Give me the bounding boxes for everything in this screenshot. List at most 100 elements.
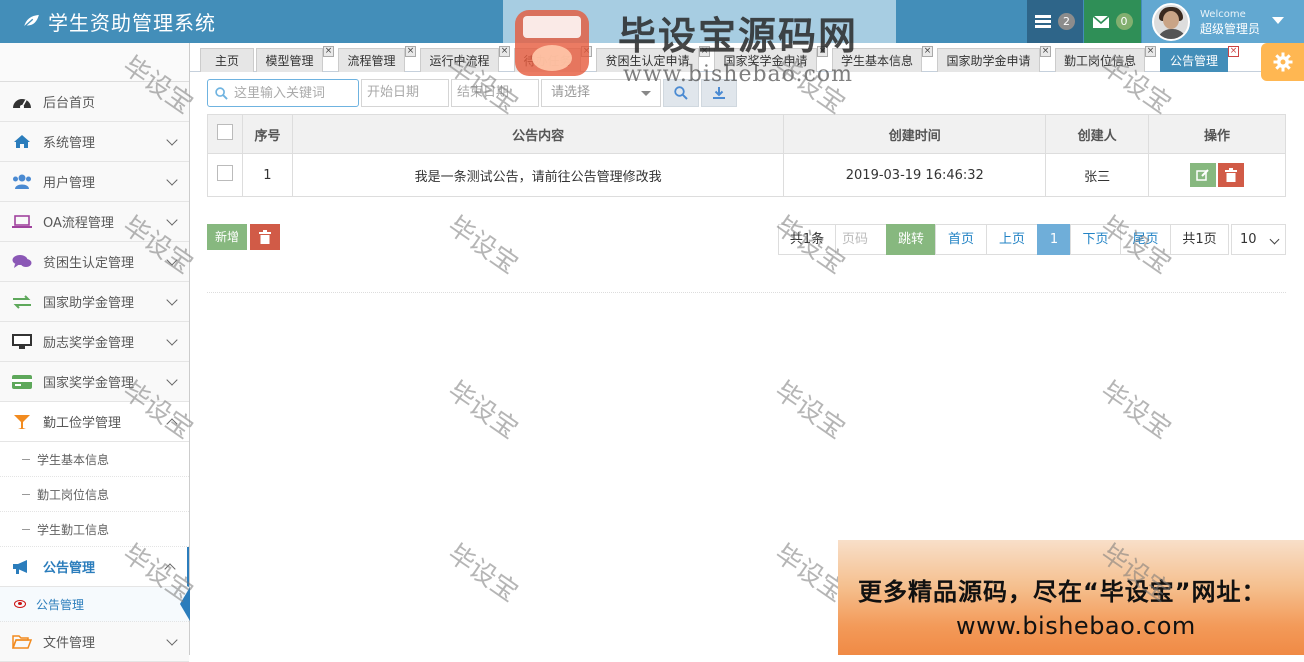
sidebar-item-poverty[interactable]: 贫困生认定管理: [0, 242, 189, 282]
close-icon[interactable]: ×: [405, 46, 416, 57]
sidebar-item-inspirational[interactable]: 励志奖学金管理: [0, 322, 189, 362]
leaf-icon: [23, 14, 39, 28]
watermark-text: 毕设宝: [442, 538, 524, 609]
promo-line2: www.bishebao.com: [956, 612, 1196, 640]
sidebar-subitem-work-position[interactable]: 勤工岗位信息: [0, 477, 189, 512]
edit-button[interactable]: [1190, 163, 1217, 187]
sidebar-item-dashboard[interactable]: 后台首页: [0, 82, 189, 122]
row-checkbox[interactable]: [216, 165, 233, 181]
comments-icon: [11, 254, 33, 270]
col-created[interactable]: 创建时间: [783, 114, 1047, 154]
keyword-input[interactable]: [234, 85, 354, 101]
next-page-button[interactable]: 下页: [1070, 224, 1121, 255]
close-icon[interactable]: ×: [581, 46, 592, 57]
top-navbar: 学生资助管理系统 2 0 Welcome 超级管理员: [0, 0, 1304, 43]
sidebar-item-files[interactable]: 文件管理: [0, 622, 189, 662]
sidebar-item-notice[interactable]: 公告管理: [0, 547, 189, 587]
watermark-text: 毕设宝: [442, 375, 524, 446]
divider: [207, 292, 1286, 293]
page-number-input[interactable]: [837, 225, 885, 254]
search-icon: [674, 86, 688, 100]
tab-student-info[interactable]: 学生基本信息 ×: [832, 46, 933, 72]
tab-scholarship-apply[interactable]: 国家奖学金申请 ×: [714, 46, 828, 72]
tab-process[interactable]: 流程管理 ×: [338, 46, 416, 72]
tab-grant-apply[interactable]: 国家助学金申请 ×: [937, 46, 1051, 72]
close-icon[interactable]: ×: [817, 46, 828, 57]
sidebar-subitem-notice[interactable]: 公告管理: [0, 587, 190, 622]
tasks-badge: 2: [1058, 13, 1075, 30]
chevron-down-icon: [166, 134, 178, 146]
current-page[interactable]: 1: [1037, 224, 1071, 255]
sidebar-item-system[interactable]: 系统管理: [0, 122, 189, 162]
tab-poverty-apply[interactable]: 贫困生认定申请 ×: [596, 46, 710, 72]
first-page-button[interactable]: 首页: [935, 224, 987, 255]
close-icon[interactable]: ×: [1145, 46, 1156, 57]
batch-delete-button[interactable]: [250, 224, 280, 250]
col-creator[interactable]: 创建人: [1045, 114, 1150, 154]
last-page-button[interactable]: 尾页: [1120, 224, 1171, 255]
end-date-input[interactable]: 结束日期: [451, 79, 539, 107]
start-date-input[interactable]: 开始日期: [361, 79, 449, 107]
sidebar-item-users[interactable]: 用户管理: [0, 162, 189, 202]
home-icon: [11, 134, 33, 150]
close-icon[interactable]: ×: [922, 46, 933, 57]
brand[interactable]: 学生资助管理系统: [22, 7, 216, 35]
chevron-down-icon: [166, 294, 178, 306]
close-icon[interactable]: ×: [1040, 46, 1051, 57]
tab-running[interactable]: 运行中流程 ×: [420, 46, 510, 72]
users-icon: [11, 174, 33, 190]
add-button[interactable]: 新增: [207, 224, 247, 250]
promo-line1: 更多精品源码，尽在“毕设宝”网址：: [858, 578, 1267, 606]
chevron-down-icon: [166, 174, 178, 186]
promo-banner: 更多精品源码，尽在“毕设宝”网址： www.bishebao.com: [838, 540, 1304, 655]
col-no[interactable]: 序号: [241, 114, 293, 154]
cell-created: 2019-03-19 16:46:32: [783, 153, 1047, 197]
app-title: 学生资助管理系统: [48, 10, 216, 35]
tab-home[interactable]: 主页: [200, 48, 254, 72]
delete-button[interactable]: [1218, 163, 1245, 187]
close-icon[interactable]: ×: [699, 46, 710, 57]
keyword-search[interactable]: [207, 79, 359, 107]
settings-button[interactable]: [1261, 43, 1304, 81]
folder-open-icon: [11, 634, 33, 650]
user-menu[interactable]: Welcome 超级管理员: [1142, 0, 1304, 43]
sidebar-item-oa[interactable]: OA流程管理: [0, 202, 189, 242]
sidebar-item-work-study[interactable]: 勤工俭学管理: [0, 402, 189, 442]
tab-notice[interactable]: 公告管理 ×: [1160, 46, 1239, 72]
close-icon[interactable]: ×: [323, 46, 334, 57]
cell-no: 1: [241, 153, 293, 197]
select-all-cell: [207, 114, 243, 154]
export-button[interactable]: [701, 79, 737, 107]
tasks-button[interactable]: 2: [1027, 0, 1083, 43]
tab-model[interactable]: 模型管理 ×: [256, 46, 334, 72]
notice-table: 序号 公告内容 创建时间 创建人 操作 1 我是一条测试公告，请前往公告管理修改…: [207, 114, 1286, 197]
tab-work-position[interactable]: 勤工岗位信息 ×: [1055, 46, 1156, 72]
prev-page-button[interactable]: 上页: [986, 224, 1038, 255]
trash-icon: [1225, 168, 1238, 182]
sidebar-subitem-student-info[interactable]: 学生基本信息: [0, 442, 189, 477]
close-icon[interactable]: ×: [499, 46, 510, 57]
total-pages: 共1页: [1170, 224, 1229, 255]
sidebar-subitem-student-work[interactable]: 学生勤工信息: [0, 512, 189, 547]
sidebar-item-national-grant[interactable]: 国家助学金管理: [0, 282, 189, 322]
select-all-checkbox[interactable]: [216, 124, 233, 140]
desktop-icon: [11, 333, 33, 350]
mail-button[interactable]: 0: [1084, 0, 1141, 43]
mail-badge: 0: [1115, 13, 1133, 30]
trash-icon: [259, 230, 271, 244]
page-number-field[interactable]: [835, 224, 887, 255]
tab-todo[interactable]: 待办任务 ×: [514, 46, 592, 72]
close-icon[interactable]: ×: [1228, 46, 1239, 57]
page-size-select[interactable]: 10: [1231, 224, 1286, 255]
jump-button[interactable]: 跳转: [886, 224, 936, 255]
chevron-up-icon: [166, 418, 178, 430]
row-select-cell: [207, 153, 243, 197]
eye-icon: [14, 600, 26, 608]
glass-icon: [11, 414, 33, 430]
watermark-text: 毕设宝: [769, 375, 851, 446]
search-button[interactable]: [663, 79, 699, 107]
sidebar-item-national-scholarship[interactable]: 国家奖学金管理: [0, 362, 189, 402]
caret-down-icon: [641, 91, 651, 96]
status-select[interactable]: 请选择: [541, 79, 661, 107]
col-content[interactable]: 公告内容: [291, 114, 785, 154]
